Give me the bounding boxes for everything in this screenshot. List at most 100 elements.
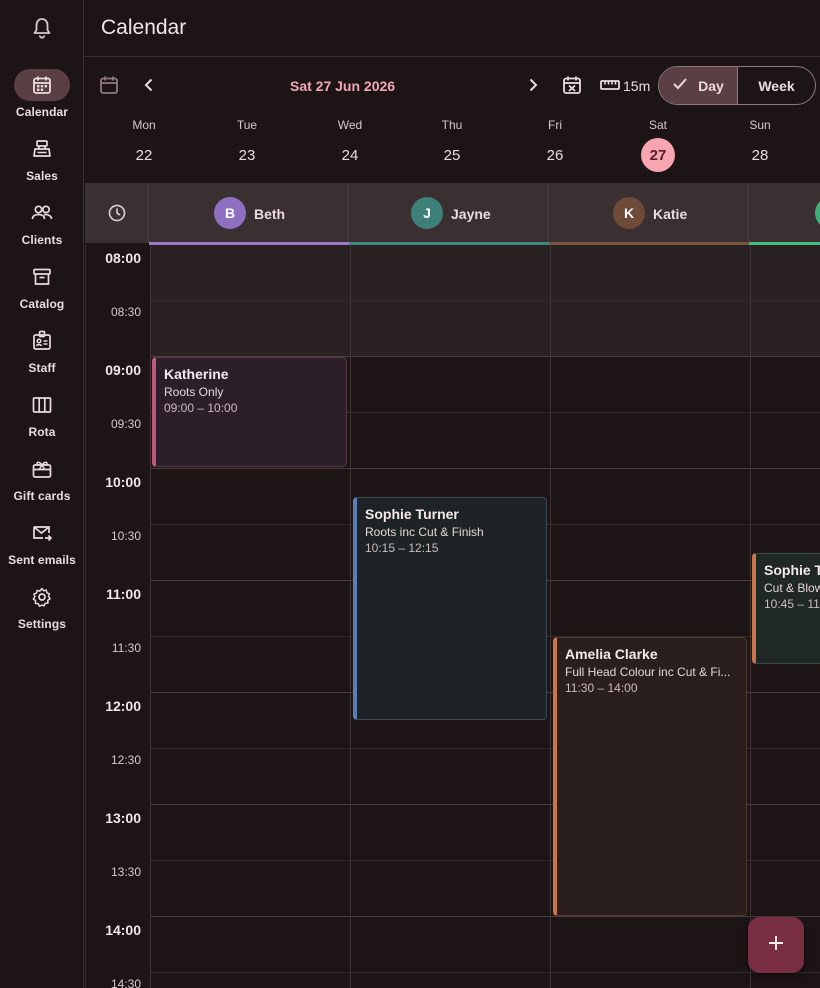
week-day-sun[interactable]: Sun 28	[730, 118, 790, 172]
week-day-sat[interactable]: Sat 27	[628, 118, 688, 172]
calendar-icon	[14, 69, 70, 101]
time-label: 14:00	[105, 922, 141, 938]
sidebar-item-calendar[interactable]: Calendar	[0, 69, 84, 129]
avatar: K	[613, 197, 645, 229]
day-view-button[interactable]: Day	[659, 67, 738, 104]
time-label: 08:00	[105, 250, 141, 266]
week-day-name: Tue	[236, 118, 258, 132]
staff-name: Jayne	[451, 206, 491, 222]
week-day-name: Fri	[548, 118, 562, 132]
appointment-client: Katherine	[164, 366, 229, 382]
add-appointment-button[interactable]	[748, 917, 804, 973]
grid-line	[150, 300, 820, 301]
plus-icon	[766, 933, 786, 958]
people-icon	[14, 197, 70, 229]
appointment-card[interactable]: Sophie T Cut & Blow 10:45 – 11	[752, 553, 820, 664]
staff-column-jayne[interactable]: J Jayne	[349, 183, 549, 245]
chevron-left-icon[interactable]	[137, 73, 161, 97]
calendar-clear-icon[interactable]	[560, 73, 584, 97]
week-day-tue[interactable]: Tue 23	[217, 118, 277, 172]
sidebar-item-sales[interactable]: Sales	[0, 133, 84, 193]
staff-name: Katie	[653, 206, 688, 222]
sidebar-item-sent-emails[interactable]: Sent emails	[0, 517, 84, 577]
appointment-time: 09:00 – 10:00	[164, 401, 238, 415]
grid-line	[350, 245, 351, 988]
time-label: 10:30	[110, 529, 141, 543]
slot-interval[interactable]: 15m	[623, 78, 650, 94]
time-label: 09:30	[110, 417, 141, 431]
staff-column-partial[interactable]	[749, 183, 820, 245]
sidebar-item-gift-cards[interactable]: Gift cards	[0, 453, 84, 513]
bell-icon[interactable]	[30, 16, 54, 40]
sidebar-item-catalog[interactable]: Catalog	[0, 261, 84, 321]
time-label: 09:00	[105, 362, 141, 378]
sidebar-item-label: Catalog	[19, 297, 65, 311]
chevron-right-icon[interactable]	[521, 73, 545, 97]
time-label: 12:00	[105, 698, 141, 714]
header-divider	[85, 56, 820, 57]
badge-icon	[14, 325, 70, 357]
time-label: 11:00	[105, 586, 141, 602]
sidebar-item-settings[interactable]: Settings	[0, 581, 84, 641]
staff-column-beth[interactable]: B Beth	[149, 183, 349, 245]
appointment-service: Roots inc Cut & Finish	[365, 525, 484, 539]
appointment-card[interactable]: Amelia Clarke Full Head Colour inc Cut &…	[553, 637, 747, 916]
week-day-mon[interactable]: Mon 22	[114, 118, 174, 172]
staff-column-katie[interactable]: K Katie	[549, 183, 749, 245]
week-day-name: Wed	[337, 118, 363, 132]
staff-name: Beth	[254, 206, 286, 222]
week-day-name: Sun	[749, 118, 771, 132]
week-day-name: Mon	[132, 118, 156, 132]
appointment-time: 10:45 – 11	[764, 597, 820, 611]
sidebar-item-label: Rota	[28, 425, 56, 439]
register-icon	[14, 133, 70, 165]
appointment-client: Sophie T	[764, 562, 820, 578]
sidebar-item-staff[interactable]: Staff	[0, 325, 84, 385]
grid-line	[750, 245, 751, 988]
week-day-wed[interactable]: Wed 24	[320, 118, 380, 172]
appointment-time: 11:30 – 14:00	[565, 681, 638, 695]
archive-icon	[14, 261, 70, 293]
appointment-service: Full Head Colour inc Cut & Fi...	[565, 665, 731, 679]
grid-line	[150, 972, 820, 973]
calendar-today-icon[interactable]	[97, 73, 121, 97]
week-day-thu[interactable]: Thu 25	[422, 118, 482, 172]
time-label: 10:00	[105, 474, 141, 490]
clock-icon	[85, 183, 149, 243]
week-day-number: 23	[238, 146, 256, 164]
appointment-card[interactable]: Katherine Roots Only 09:00 – 10:00	[152, 357, 347, 467]
week-day-number: 27	[641, 138, 675, 172]
week-view-label: Week	[758, 77, 795, 94]
grid-line	[150, 245, 151, 988]
sidebar-item-label: Sent emails	[8, 553, 76, 567]
appointment-card[interactable]: Sophie Turner Roots inc Cut & Finish 10:…	[353, 497, 547, 720]
appointment-client: Sophie Turner	[365, 506, 459, 522]
check-icon	[672, 77, 688, 94]
sidebar-item-label: Clients	[21, 233, 63, 247]
grid-line	[550, 245, 551, 988]
week-day-fri[interactable]: Fri 26	[525, 118, 585, 172]
appointment-service: Roots Only	[164, 385, 224, 399]
sidebar-item-rota[interactable]: Rota	[0, 389, 84, 449]
ruler-icon[interactable]	[598, 73, 622, 97]
time-label: 08:30	[110, 305, 141, 319]
week-day-number: 28	[751, 146, 769, 164]
time-label: 13:00	[105, 810, 141, 826]
sidebar-item-clients[interactable]: Clients	[0, 197, 84, 257]
current-date[interactable]: Sat 27 Jun 2026	[290, 78, 395, 94]
sidebar-item-label: Settings	[17, 617, 67, 631]
sidebar-item-label: Sales	[26, 169, 58, 183]
avatar	[815, 197, 820, 229]
sidebar-item-label: Gift cards	[13, 489, 71, 503]
time-label: 14:30	[110, 977, 141, 988]
week-view-button[interactable]: Week	[738, 67, 815, 104]
week-day-name: Thu	[441, 118, 463, 132]
week-day-name: Sat	[648, 118, 667, 132]
appointment-service: Cut & Blow	[764, 581, 820, 595]
week-day-number: 26	[546, 146, 564, 164]
columns-icon	[14, 389, 70, 421]
sidebar: Calendar Sales Clients Catalog Staff Rot…	[0, 0, 84, 988]
week-day-number: 22	[135, 146, 153, 164]
sidebar-item-label: Calendar	[15, 105, 69, 119]
calendar-grid[interactable]: 08:00 08:30 09:00 09:30 10:00 10:30 11:0…	[85, 245, 820, 988]
